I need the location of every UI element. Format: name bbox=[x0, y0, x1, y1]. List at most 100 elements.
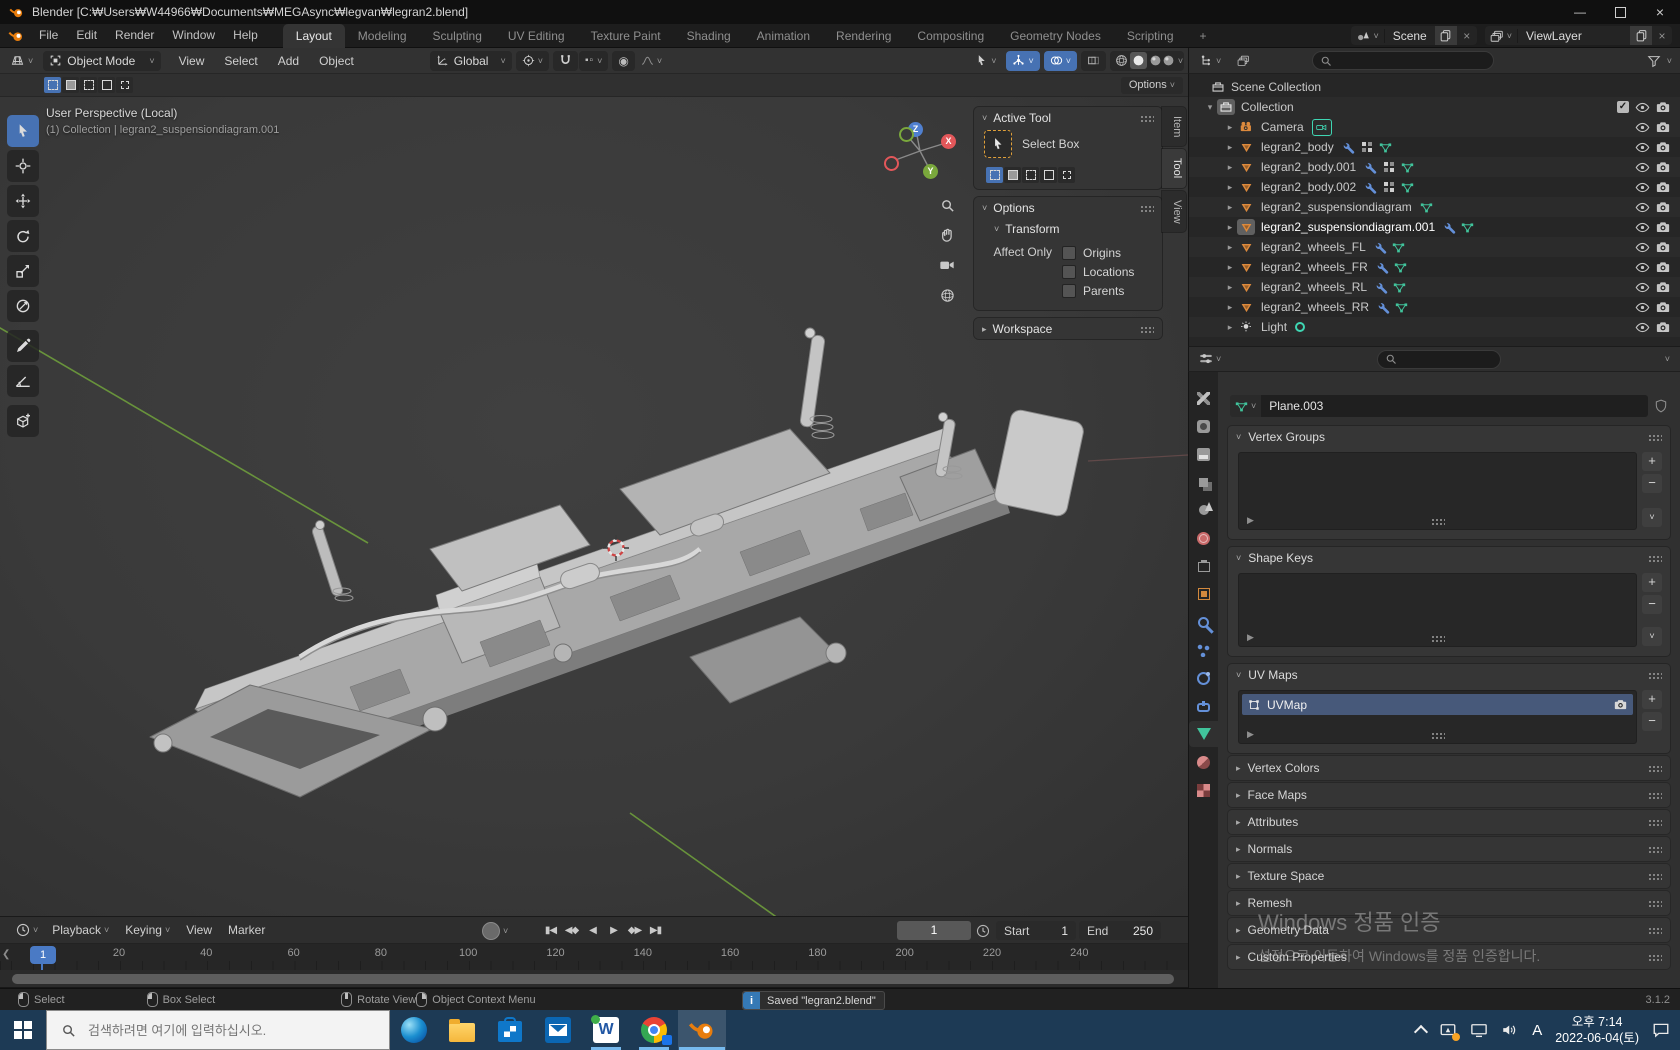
collapsed-panel-header[interactable]: ▸Normals bbox=[1228, 837, 1670, 861]
expand-arrow-icon[interactable]: ▸ bbox=[1223, 242, 1237, 253]
proportional-edit-toggle[interactable]: ◉ bbox=[612, 51, 634, 71]
filter-funnel-icon[interactable] bbox=[1647, 54, 1661, 68]
jump-to-start-button[interactable]: ▮◀ bbox=[541, 921, 560, 939]
outliner-object-row[interactable]: ▸ legran2_wheels_FR bbox=[1189, 257, 1680, 277]
hide-eye-icon[interactable] bbox=[1635, 200, 1650, 215]
properties-tab[interactable] bbox=[1189, 441, 1218, 467]
expand-arrow-icon[interactable]: ▸ bbox=[1223, 142, 1237, 153]
properties-search-input[interactable] bbox=[1403, 352, 1487, 366]
outliner-editor-type-button[interactable]: ˅ bbox=[1193, 51, 1227, 71]
timeline-menu-item[interactable]: Marker˅ bbox=[220, 917, 273, 943]
viewlayer-icon[interactable]: ˅ bbox=[1485, 29, 1518, 43]
orientation-dropdown[interactable]: Global˅ bbox=[430, 51, 512, 71]
3d-viewport[interactable]: User Perspective (Local) (1) Collection … bbox=[0, 97, 1188, 916]
expand-arrow-icon[interactable]: ▸ bbox=[1223, 302, 1237, 313]
outliner-search-input[interactable] bbox=[1338, 54, 1462, 68]
new-scene-button[interactable] bbox=[1435, 26, 1457, 45]
selectability-dropdown[interactable]: ˅ bbox=[969, 51, 1002, 71]
active-tool-panel-header[interactable]: ˅Active Tool bbox=[974, 107, 1162, 128]
blender-taskbar-icon[interactable] bbox=[678, 1010, 726, 1050]
outliner-object-row[interactable]: ▸ Camera bbox=[1189, 117, 1680, 137]
editor-type-button[interactable]: ˅ bbox=[4, 51, 39, 71]
mesh-data-icon[interactable] bbox=[1379, 141, 1392, 154]
list-resize-grip[interactable] bbox=[1431, 732, 1445, 739]
cursor-tool-button[interactable] bbox=[7, 150, 39, 182]
modifier-wrench-icon[interactable] bbox=[1364, 181, 1377, 194]
collection-checkbox[interactable]: ✓ bbox=[1617, 101, 1629, 113]
list-resize-grip[interactable] bbox=[1431, 635, 1445, 642]
viewport-menu-item[interactable]: Add bbox=[268, 54, 309, 68]
collapse-arrow-icon[interactable]: ▾ bbox=[1203, 102, 1217, 113]
modifier-stack-icon[interactable] bbox=[1362, 142, 1366, 146]
properties-tab[interactable] bbox=[1189, 497, 1218, 523]
outliner-filter-dropdown[interactable]: ˅ bbox=[1667, 56, 1672, 66]
select-mode-extend-button[interactable] bbox=[62, 77, 79, 93]
overlays-toggle[interactable]: ˅ bbox=[1044, 51, 1077, 71]
properties-tab[interactable] bbox=[1189, 525, 1218, 551]
mesh-data-icon[interactable] bbox=[1401, 161, 1414, 174]
mode-difference-button[interactable] bbox=[1040, 167, 1057, 183]
collapsed-panel-header[interactable]: ▸Remesh bbox=[1228, 891, 1670, 915]
render-camera-icon[interactable] bbox=[1656, 160, 1670, 174]
select-box-tool-button[interactable] bbox=[7, 115, 39, 147]
timeline-menu-item[interactable]: View˅ bbox=[178, 917, 220, 943]
modifier-wrench-icon[interactable] bbox=[1364, 161, 1377, 174]
properties-tab[interactable] bbox=[1189, 693, 1218, 719]
frame-end-field[interactable]: End250 bbox=[1079, 921, 1161, 940]
sidebar-tab[interactable]: View bbox=[1162, 191, 1186, 233]
blender-menu-icon[interactable] bbox=[8, 28, 24, 44]
mesh-data-icon[interactable] bbox=[1461, 221, 1474, 234]
properties-tab[interactable] bbox=[1189, 385, 1218, 411]
minimize-button[interactable]: — bbox=[1560, 0, 1600, 24]
axis-y-handle[interactable]: Y bbox=[923, 164, 938, 179]
workspace-tab[interactable]: Sculpting bbox=[420, 24, 495, 48]
annotate-tool-button[interactable] bbox=[7, 330, 39, 362]
panel-grip[interactable] bbox=[1648, 927, 1662, 934]
edge-icon[interactable] bbox=[390, 1010, 438, 1050]
hide-eye-icon[interactable] bbox=[1635, 140, 1650, 155]
axis-x-handle[interactable]: X bbox=[941, 134, 956, 149]
panel-grip[interactable] bbox=[1648, 873, 1662, 880]
expand-arrow-icon[interactable]: ▸ bbox=[1223, 222, 1237, 233]
render-camera-icon[interactable] bbox=[1656, 180, 1670, 194]
maximize-button[interactable] bbox=[1600, 0, 1640, 24]
render-camera-icon[interactable] bbox=[1656, 140, 1670, 154]
mesh-data-icon[interactable] bbox=[1395, 301, 1408, 314]
remove-vertex-group-button[interactable]: − bbox=[1642, 474, 1662, 493]
timeline-menu-item[interactable]: Keying˅ bbox=[117, 917, 178, 943]
remove-shape-key-button[interactable]: − bbox=[1642, 595, 1662, 614]
collapsed-panel-header[interactable]: ▸Custom Properties bbox=[1228, 945, 1670, 969]
workspace-tab[interactable]: UV Editing bbox=[495, 24, 578, 48]
render-camera-icon[interactable] bbox=[1656, 320, 1670, 334]
collapsed-panel-header[interactable]: ▸Face Maps bbox=[1228, 783, 1670, 807]
panel-grip[interactable] bbox=[1648, 819, 1662, 826]
modifier-wrench-icon[interactable] bbox=[1374, 241, 1387, 254]
camera-view-icon[interactable] bbox=[934, 252, 960, 278]
mode-dropdown[interactable]: Object Mode˅ bbox=[43, 51, 160, 71]
scene-icon[interactable]: ˅ bbox=[1351, 29, 1384, 43]
list-expand-icon[interactable]: ▶ bbox=[1247, 729, 1254, 740]
collection-row[interactable]: ▾ Collection ✓ bbox=[1189, 97, 1680, 117]
scene-collection-row[interactable]: Scene Collection bbox=[1189, 77, 1680, 97]
panel-grip[interactable] bbox=[1648, 434, 1662, 441]
properties-search[interactable] bbox=[1377, 350, 1501, 369]
properties-tab[interactable] bbox=[1189, 665, 1218, 691]
add-shape-key-button[interactable]: + bbox=[1642, 573, 1662, 592]
checkbox[interactable] bbox=[1062, 246, 1076, 260]
outliner-object-row[interactable]: ▸ legran2_wheels_RR bbox=[1189, 297, 1680, 317]
play-reverse-button[interactable]: ◀ bbox=[583, 921, 602, 939]
vertex-groups-header[interactable]: ˅Vertex Groups bbox=[1228, 426, 1670, 448]
next-keyframe-button[interactable]: ◆▶ bbox=[625, 921, 644, 939]
perspective-toggle-icon[interactable] bbox=[934, 282, 960, 308]
screen-share-tray-icon[interactable] bbox=[1439, 1021, 1457, 1039]
select-mode-new-button[interactable] bbox=[44, 77, 61, 93]
properties-tab[interactable] bbox=[1189, 553, 1218, 579]
collapsed-panel-header[interactable]: ▸Vertex Colors bbox=[1228, 756, 1670, 780]
add-cube-tool-button[interactable] bbox=[7, 405, 39, 437]
select-mode-difference-button[interactable] bbox=[98, 77, 115, 93]
auto-keying-toggle[interactable]: ˅ bbox=[482, 922, 508, 940]
properties-tab[interactable] bbox=[1189, 637, 1218, 663]
menu-item[interactable]: Render bbox=[106, 24, 163, 47]
start-button[interactable] bbox=[0, 1010, 46, 1050]
scene-name[interactable]: Scene bbox=[1385, 29, 1435, 43]
